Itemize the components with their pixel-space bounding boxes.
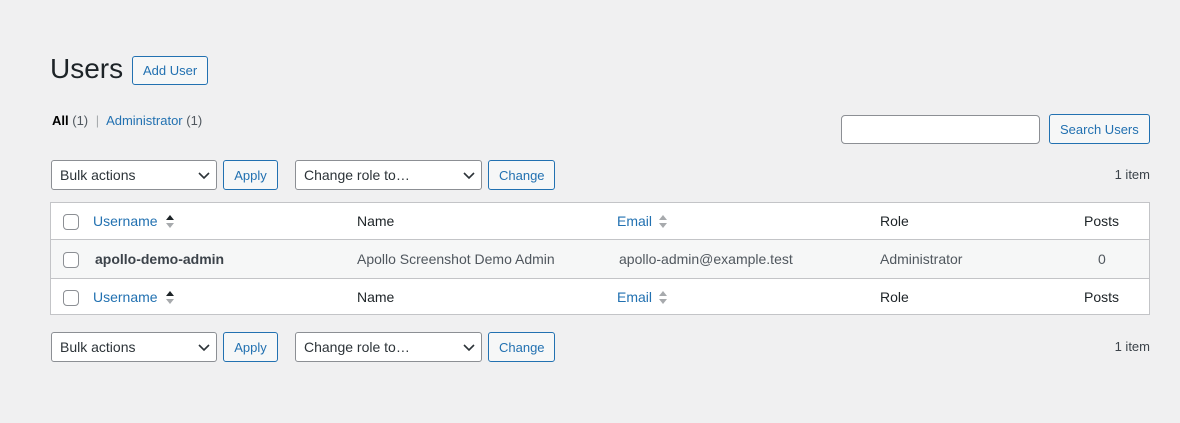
bulk-actions-select[interactable]: Bulk actions xyxy=(51,160,217,190)
search-users-input[interactable] xyxy=(841,115,1040,144)
row-role: Administrator xyxy=(880,251,963,267)
change-role-button-bottom[interactable]: Change xyxy=(488,332,555,362)
row-posts-count: 0 xyxy=(1098,251,1106,267)
sort-icon xyxy=(659,291,667,304)
table-footer-row: Username Name Email Role Posts xyxy=(51,278,1149,315)
change-role-select[interactable]: Change role to… xyxy=(295,160,482,190)
filter-administrator[interactable]: Administrator xyxy=(106,113,183,128)
tablenav-top: Bulk actions Apply Change role to… Chang… xyxy=(50,160,1150,190)
change-role-button[interactable]: Change xyxy=(488,160,555,190)
column-posts-footer: Posts xyxy=(1084,289,1120,305)
chevron-down-icon xyxy=(198,344,210,352)
add-user-button[interactable]: Add User xyxy=(132,56,209,85)
chevron-down-icon xyxy=(198,172,210,180)
role-filter-links: All (1) | Administrator (1) xyxy=(52,113,202,128)
row-email-link[interactable]: apollo-admin@example.test xyxy=(619,250,793,268)
column-email[interactable]: Email xyxy=(617,212,667,230)
sort-ascending-icon xyxy=(166,215,174,228)
filter-separator: | xyxy=(95,113,100,128)
sort-ascending-icon xyxy=(166,291,174,304)
item-count: 1 item xyxy=(1114,167,1150,182)
filter-administrator-count: (1) xyxy=(186,113,203,128)
select-all-checkbox[interactable] xyxy=(63,214,79,230)
column-username[interactable]: Username xyxy=(93,212,174,230)
filter-all[interactable]: All (1) xyxy=(52,113,88,128)
filter-all-count: (1) xyxy=(72,113,89,128)
column-username-footer[interactable]: Username xyxy=(93,288,174,306)
column-role-footer: Role xyxy=(880,289,909,305)
column-email-footer[interactable]: Email xyxy=(617,288,667,306)
row-username-link[interactable]: apollo-demo-admin xyxy=(95,250,224,268)
chevron-down-icon xyxy=(463,344,475,352)
change-role-select-bottom[interactable]: Change role to… xyxy=(295,332,482,362)
table-header-row: Username Name Email Role Posts xyxy=(51,203,1149,240)
bulk-actions-select-bottom[interactable]: Bulk actions xyxy=(51,332,217,362)
sort-icon xyxy=(659,215,667,228)
users-table: Username Name Email Role Posts apollo-de… xyxy=(50,202,1150,315)
table-row: apollo-demo-admin Apollo Screenshot Demo… xyxy=(51,240,1149,278)
column-posts: Posts xyxy=(1084,213,1120,229)
row-checkbox[interactable] xyxy=(63,252,79,268)
apply-button-bottom[interactable]: Apply xyxy=(223,332,278,362)
select-all-checkbox-footer[interactable] xyxy=(63,290,79,306)
search-users-button[interactable]: Search Users xyxy=(1049,114,1150,144)
column-name: Name xyxy=(357,213,395,229)
row-name: Apollo Screenshot Demo Admin xyxy=(357,251,555,267)
tablenav-bottom: Bulk actions Apply Change role to… Chang… xyxy=(50,332,1150,362)
item-count-bottom: 1 item xyxy=(1114,339,1150,354)
apply-button[interactable]: Apply xyxy=(223,160,278,190)
users-screen: Users Add User All (1) | Administrator (… xyxy=(50,0,1150,423)
page-title: Users xyxy=(50,53,124,84)
column-name-footer: Name xyxy=(357,289,395,305)
column-role: Role xyxy=(880,213,909,229)
chevron-down-icon xyxy=(463,172,475,180)
